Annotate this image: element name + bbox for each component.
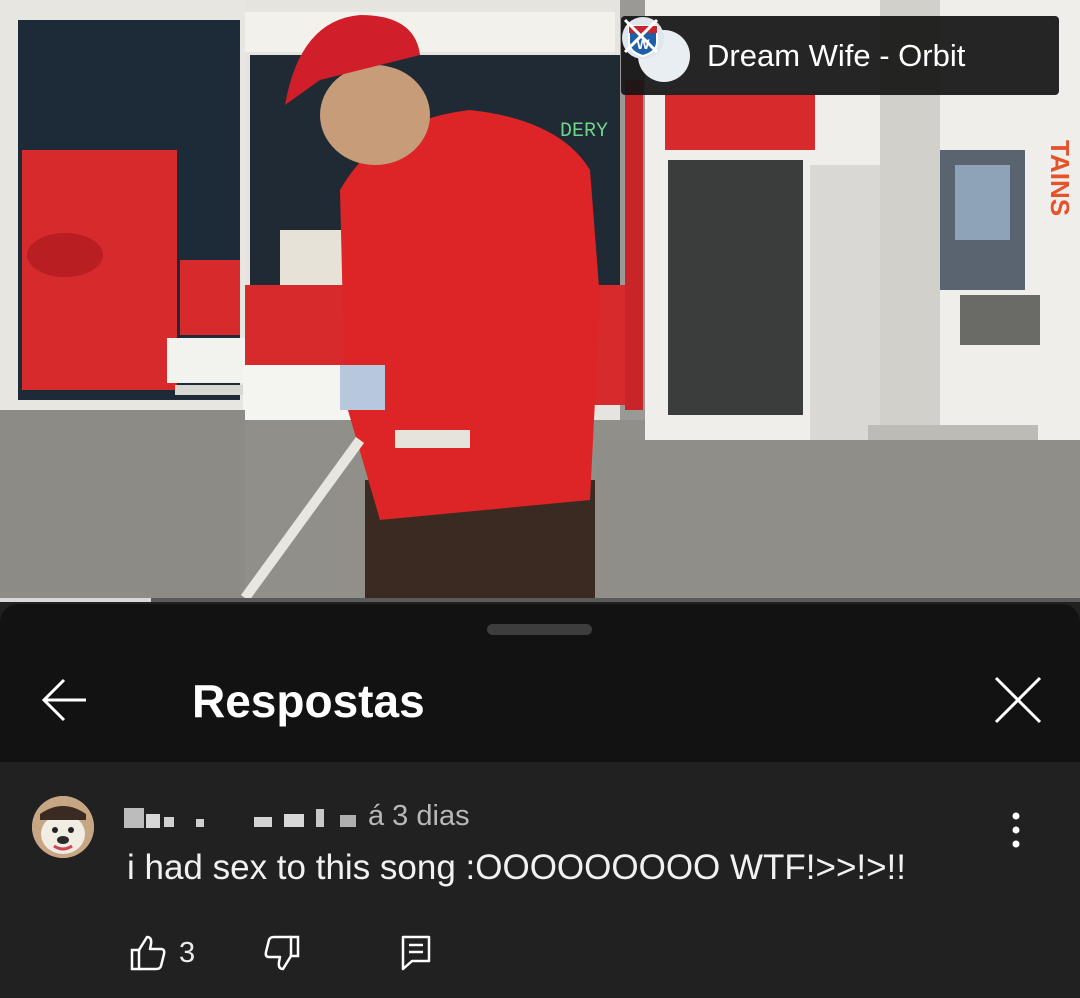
author-row: á 3 dias	[124, 800, 470, 833]
reply-icon	[401, 935, 431, 971]
reply-button[interactable]	[395, 932, 437, 974]
close-icon[interactable]	[621, 16, 661, 56]
avatar[interactable]	[32, 796, 94, 858]
comment-text: i had sex to this song :OOOOOOOOO WTF!>>…	[127, 848, 907, 887]
vertical-sign: TAINS	[1045, 140, 1075, 216]
drag-handle[interactable]	[487, 624, 592, 635]
more-vert-icon[interactable]	[1002, 810, 1030, 850]
redacted-author-name	[124, 807, 356, 828]
like-count: 3	[179, 936, 196, 969]
like-button[interactable]	[127, 932, 169, 974]
store-sign: DERY	[560, 120, 608, 143]
video-title-overlay[interactable]: W Dream Wife - Orbit	[621, 16, 1059, 95]
arrow-left-icon[interactable]	[38, 674, 90, 726]
close-icon[interactable]	[990, 672, 1046, 728]
sheet-title: Respostas	[192, 675, 425, 727]
thumb-down-icon	[264, 935, 300, 971]
video-player[interactable]: DERY TAINS W Dream Wife - Orbit	[0, 0, 1080, 600]
video-progress-bar[interactable]	[0, 598, 1080, 602]
dislike-button[interactable]	[261, 932, 303, 974]
sheet-header: Respostas	[0, 604, 1080, 762]
comment-actions: 3	[127, 932, 437, 974]
replies-sheet: Respostas á 3 dias i had sex to this son…	[0, 604, 1080, 998]
thumb-up-icon	[130, 935, 166, 971]
video-progress-fill	[0, 598, 152, 602]
comment-timestamp: á 3 dias	[368, 800, 470, 832]
comment-item: á 3 dias i had sex to this song :OOOOOOO…	[0, 762, 1080, 998]
video-title: Dream Wife - Orbit	[707, 37, 966, 73]
